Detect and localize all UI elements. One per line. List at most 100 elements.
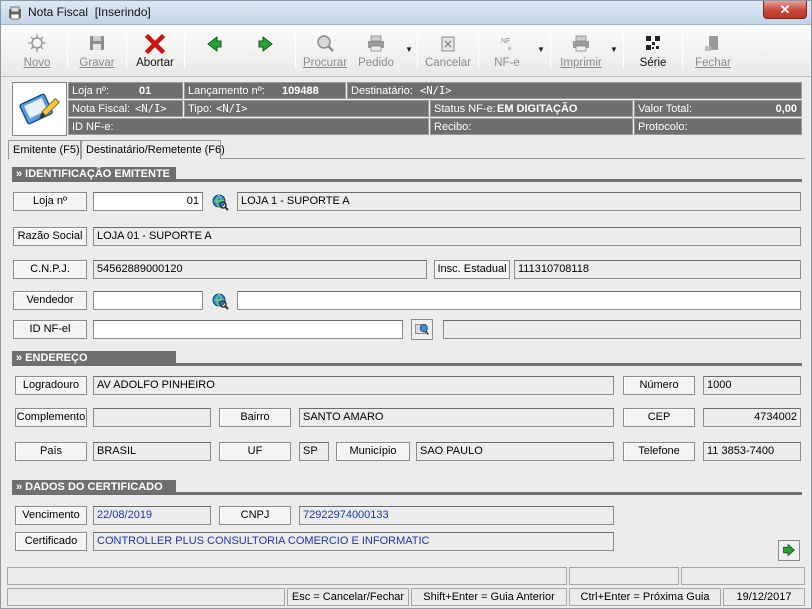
next-record-button[interactable] (251, 27, 279, 75)
id-nfe-lookup-button[interactable] (411, 319, 433, 340)
status-shift-enter: Shift+Enter = Guia Anterior (411, 588, 567, 606)
header-status-nfe: Status NF-e: EM DIGITAÇÃO (430, 100, 633, 117)
municipio-label[interactable]: Município (336, 442, 410, 461)
status-esc: Esc = Cancelar/Fechar (287, 588, 409, 606)
toolbar-separator (550, 33, 551, 69)
imprimir-label: Imprimir (560, 57, 602, 69)
header-lancamento: Lançamento nº: 109488 (184, 82, 346, 99)
close-window-button[interactable]: ✕ (763, 1, 807, 19)
uf-field: SP (299, 442, 329, 461)
previous-record-button[interactable] (201, 27, 229, 75)
pedido-button[interactable]: Pedido (353, 27, 399, 75)
id-card-search-icon (415, 324, 429, 335)
certificado-cnpj-label[interactable]: CNPJ (219, 506, 291, 525)
complemento-label[interactable]: Complemento (15, 408, 87, 427)
cancelar-button[interactable]: Cancelar (423, 27, 473, 75)
status-panel (7, 588, 285, 606)
section-title: » ENDEREÇO (12, 351, 176, 366)
window-title: Nota Fiscal [Inserindo] (28, 5, 151, 19)
nfe-icon: NF e (501, 38, 512, 52)
toolbar-separator (623, 33, 624, 69)
qr-code-icon (646, 36, 660, 50)
header-recibo: Recibo: (430, 118, 633, 135)
title-bar[interactable]: Nota Fiscal [Inserindo] ✕ (1, 1, 811, 25)
cnpj-label[interactable]: C.N.P.J. (13, 260, 87, 279)
abortar-label: Abortar (136, 57, 174, 69)
vendedor-input[interactable] (93, 291, 203, 310)
cep-label[interactable]: CEP (623, 408, 695, 427)
svg-text:NF: NF (501, 38, 510, 45)
complemento-field (93, 408, 211, 427)
bairro-field: SANTO AMARO (299, 408, 614, 427)
loja-label[interactable]: Loja nº (13, 192, 87, 211)
numero-field: 1000 (703, 376, 801, 395)
nota-fiscal-window: Nota Fiscal [Inserindo] ✕ Novo Gravar Ab… (0, 0, 812, 609)
razao-social-label[interactable]: Razão Social (13, 227, 87, 246)
imprimir-button[interactable]: Imprimir (556, 27, 606, 75)
telefone-label[interactable]: Telefone (623, 442, 695, 461)
gravar-button[interactable]: Gravar (73, 27, 121, 75)
cancelar-label: Cancelar (424, 57, 472, 69)
fechar-label: Fechar (695, 57, 731, 69)
nfe-label: NF-e (494, 57, 520, 69)
serie-button[interactable]: Série (631, 27, 675, 75)
arrow-right-icon (258, 35, 273, 53)
header-tipo: Tipo: <N/I> (184, 100, 429, 117)
id-nfe-input[interactable] (93, 320, 403, 339)
certificado-field: CONTROLLER PLUS CONSULTORIA COMERCIO E I… (93, 532, 614, 551)
tab-emitente[interactable]: Emitente (F5) (8, 140, 81, 160)
bairro-label[interactable]: Bairro (219, 408, 291, 427)
section-title: » DADOS DO CERTIFICADO (12, 480, 176, 495)
inscricao-estadual-field: 111310708118 (514, 260, 801, 279)
vendedor-description[interactable] (237, 291, 801, 310)
toolbar: Novo Gravar Abortar Procurar Pedido ▼ Ca… (1, 25, 811, 77)
novo-button[interactable]: Novo (13, 27, 61, 75)
section-endereco: » ENDEREÇO (12, 351, 802, 366)
status-panel (569, 567, 679, 585)
status-panel (681, 567, 805, 585)
pedido-dropdown-icon[interactable]: ▼ (405, 45, 413, 54)
novo-label: Novo (23, 57, 51, 69)
cnpj-field: 54562889000120 (93, 260, 427, 279)
header-nota-fiscal: Nota Fiscal: <N/I> (68, 100, 183, 117)
razao-social-field: LOJA 01 - SUPORTE A (93, 227, 801, 246)
globe-search-icon[interactable] (211, 292, 229, 310)
numero-label[interactable]: Número (623, 376, 695, 395)
toolbar-separator (67, 33, 68, 69)
section-identificacao-emitente: » IDENTIFICAÇÃO EMITENTE (12, 167, 802, 182)
printer-icon (368, 35, 384, 52)
nfe-button[interactable]: NF e NF-e (484, 27, 530, 75)
abortar-button[interactable]: Abortar (131, 27, 179, 75)
globe-search-icon[interactable] (211, 193, 229, 211)
loja-input[interactable]: 01 (93, 192, 203, 211)
logradouro-label[interactable]: Logradouro (15, 376, 87, 395)
procurar-button[interactable]: Procurar (300, 27, 350, 75)
vencimento-field: 22/08/2019 (93, 506, 211, 525)
toolbar-separator (478, 33, 479, 69)
nfe-dropdown-icon[interactable]: ▼ (537, 45, 545, 54)
close-icon: ✕ (779, 2, 791, 17)
header-protocolo: Protocolo: (634, 118, 802, 135)
print-icon (573, 35, 589, 52)
id-nfe-label[interactable]: ID NF-el (13, 320, 87, 339)
status-message-area (7, 567, 567, 585)
arrow-left-icon (207, 35, 222, 53)
inscricao-estadual-label[interactable]: Insc. Estadual (434, 260, 510, 279)
procurar-label: Procurar (302, 57, 348, 69)
pais-label[interactable]: País (15, 442, 87, 461)
arrow-right-icon (783, 543, 796, 557)
imprimir-dropdown-icon[interactable]: ▼ (610, 45, 618, 54)
uf-label[interactable]: UF (219, 442, 291, 461)
toolbar-separator (682, 33, 683, 69)
vencimento-label[interactable]: Vencimento (15, 506, 87, 525)
vendedor-label[interactable]: Vendedor (13, 291, 87, 310)
toolbar-separator (126, 33, 127, 69)
svg-text:e: e (508, 46, 512, 52)
next-tab-button[interactable] (778, 540, 800, 561)
tab-destinatario-remetente[interactable]: Destinatário/Remetente (F6) (81, 140, 225, 159)
search-icon (317, 35, 334, 52)
toolbar-separator (295, 33, 296, 69)
toolbar-separator (184, 33, 185, 69)
certificado-label[interactable]: Certificado (15, 532, 87, 551)
fechar-button[interactable]: Fechar (689, 27, 737, 75)
